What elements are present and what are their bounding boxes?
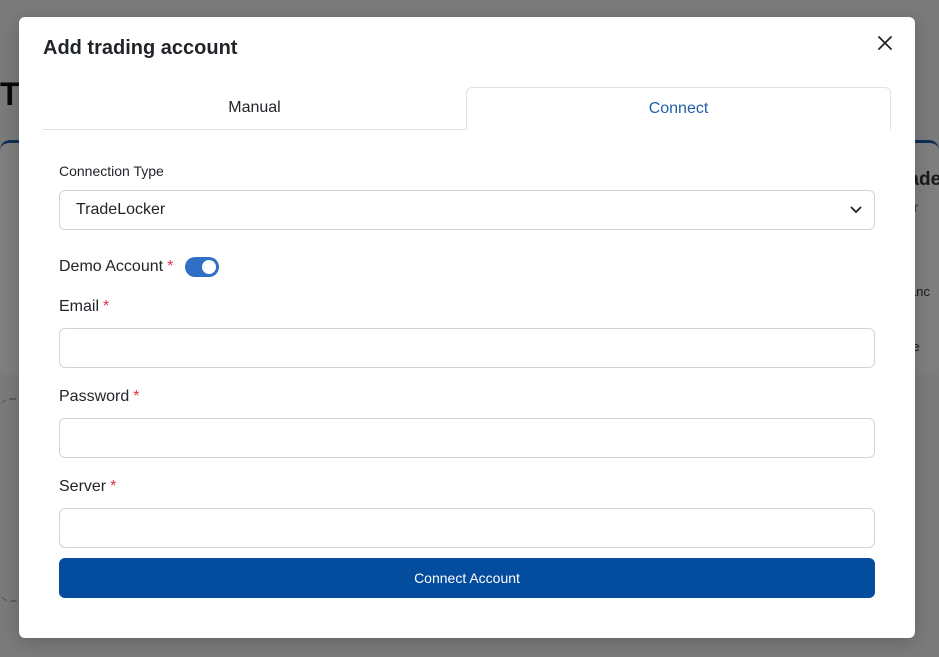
account-type-tabs: Manual Connect	[43, 87, 891, 130]
toggle-knob	[202, 260, 217, 274]
required-mark: *	[110, 478, 117, 495]
email-group: Email *	[59, 296, 875, 368]
required-mark: *	[103, 298, 110, 315]
demo-account-row: Demo Account *	[59, 256, 875, 278]
tab-manual[interactable]: Manual	[43, 87, 466, 129]
required-mark: *	[167, 258, 174, 275]
demo-account-label: Demo Account	[59, 258, 164, 275]
connection-type-select[interactable]: TradeLocker	[59, 190, 875, 230]
server-field[interactable]	[59, 508, 875, 548]
close-button[interactable]	[873, 31, 897, 55]
server-group: Server *	[59, 476, 875, 548]
connect-form: Connection Type TradeLocker Demo Account…	[59, 163, 875, 548]
demo-account-toggle[interactable]	[185, 257, 220, 277]
password-label: Password	[59, 388, 130, 405]
modal-title: Add trading account	[43, 37, 238, 59]
connect-account-button[interactable]: Connect Account	[59, 558, 875, 598]
tab-connect[interactable]: Connect	[466, 87, 891, 130]
password-group: Password *	[59, 386, 875, 458]
add-trading-account-modal: Add trading account Manual Connect Conne…	[19, 17, 915, 638]
email-label: Email	[59, 298, 100, 315]
connection-type-value: TradeLocker	[76, 201, 166, 218]
password-field[interactable]	[59, 418, 875, 458]
connection-type-label: Connection Type	[59, 163, 164, 179]
email-field[interactable]	[59, 328, 875, 368]
server-label: Server	[59, 478, 107, 495]
close-icon	[878, 36, 892, 50]
required-mark: *	[133, 388, 140, 405]
chevron-down-icon	[850, 206, 862, 213]
